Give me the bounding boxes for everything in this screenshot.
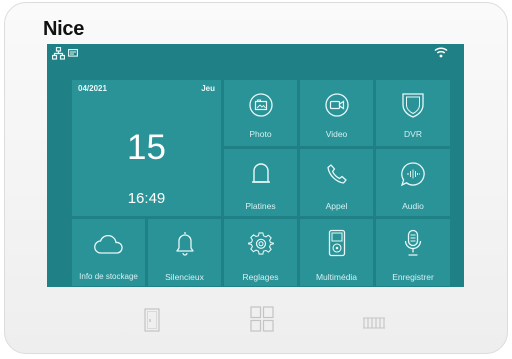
tile-audio[interactable]: Audio [376, 149, 450, 216]
clock-time: 16:49 [127, 190, 166, 207]
video-icon [324, 93, 349, 117]
date-time-tile[interactable]: 04/2021 Jeu 15 16:49 [72, 80, 221, 216]
tile-appel-label: Appel [325, 201, 348, 211]
photo-icon [248, 93, 273, 117]
tile-multimedia[interactable]: Multimédia [300, 219, 373, 286]
status-bar [47, 44, 464, 64]
bell-outline-icon [251, 163, 270, 183]
door-icon[interactable] [144, 308, 160, 332]
brand-logo: Nice [43, 18, 85, 40]
shield-icon [402, 93, 424, 118]
tile-reglages[interactable]: Reglages [224, 219, 297, 286]
tile-photo-label: Photo [249, 129, 272, 139]
tile-enregistrer[interactable]: Enregistrer [376, 219, 450, 286]
audio-message-icon [400, 162, 425, 187]
media-player-icon [328, 229, 345, 257]
tile-platines[interactable]: Platines [224, 149, 297, 216]
day-number: 15 [127, 128, 166, 167]
tile-silencieux-label: Silencieux [165, 272, 204, 282]
tile-multimedia-label: Multimédia [315, 272, 358, 282]
display-screen: 04/2021 Jeu 15 16:49 Photo Video DVR Pla… [47, 44, 464, 287]
tile-silencieux[interactable]: Silencieux [148, 219, 221, 286]
gate-icon[interactable] [362, 315, 386, 329]
weekday-label: Jeu [201, 84, 215, 93]
tile-video-label: Video [325, 129, 348, 139]
tile-appel[interactable]: Appel [300, 149, 373, 216]
bell-icon [175, 232, 194, 256]
message-icon [68, 49, 78, 57]
tile-reglages-label: Reglages [242, 272, 279, 282]
network-icon [52, 47, 65, 60]
tile-dvr[interactable]: DVR [376, 80, 450, 146]
tile-storage-label: Info de stockage [79, 272, 138, 281]
tile-storage-info[interactable]: Info de stockage [72, 219, 145, 286]
tile-platines-label: Platines [245, 201, 276, 211]
tile-enregistrer-label: Enregistrer [392, 272, 434, 282]
tile-photo[interactable]: Photo [224, 80, 297, 146]
tile-audio-label: Audio [402, 201, 424, 211]
phone-icon [326, 164, 347, 184]
tile-dvr-label: DVR [404, 129, 422, 139]
tile-video[interactable]: Video [300, 80, 373, 146]
date-label: 04/2021 [78, 84, 107, 93]
grid-icon[interactable] [250, 306, 274, 332]
cloud-icon [93, 235, 123, 254]
microphone-icon [404, 229, 422, 256]
wifi-icon [434, 47, 448, 58]
gear-icon [247, 232, 274, 255]
